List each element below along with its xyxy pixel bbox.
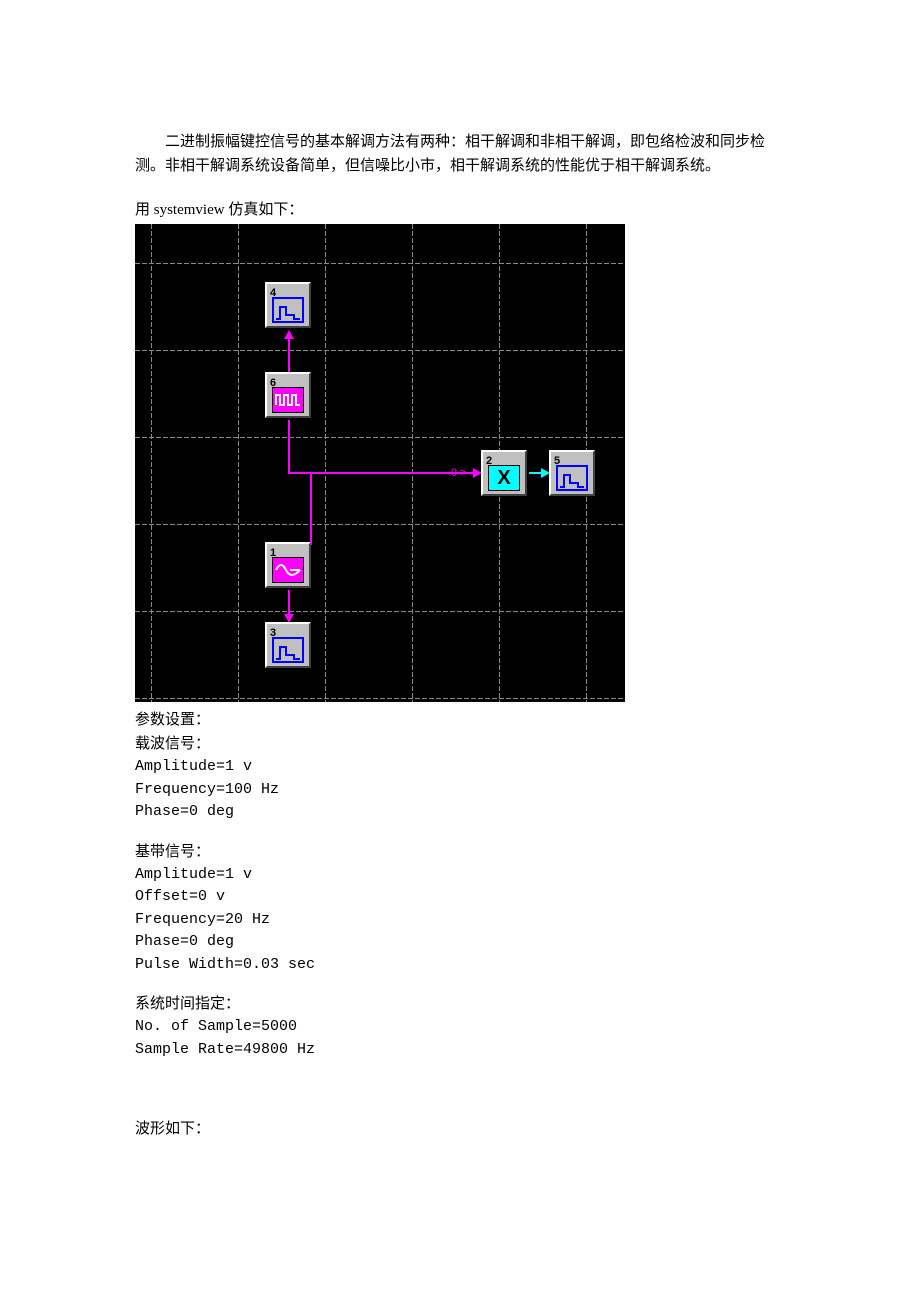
analysis-sink-icon: [272, 637, 304, 663]
carrier-title: 载波信号：: [135, 732, 785, 756]
baseband-amplitude: Amplitude=1 v: [135, 864, 785, 887]
token-6-pulse-source[interactable]: 6: [265, 372, 311, 418]
multiplier-icon: X: [488, 465, 520, 491]
sinusoid-icon: [272, 557, 304, 583]
timing-samples: No. of Sample=5000: [135, 1016, 785, 1039]
baseband-frequency: Frequency=20 Hz: [135, 909, 785, 932]
simulation-caption: 用 systemview 仿真如下：: [135, 198, 785, 222]
systemview-diagram: 0 > 4 6 2 X 5: [135, 224, 625, 702]
analysis-sink-icon: [556, 465, 588, 491]
intro-paragraph: 二进制振幅键控信号的基本解调方法有两种：相干解调和非相干解调，即包络检波和同步检…: [135, 130, 785, 178]
port-0-label: 0 >: [451, 465, 467, 483]
token-4-sink[interactable]: 4: [265, 282, 311, 328]
baseband-pulse-width: Pulse Width=0.03 sec: [135, 954, 785, 977]
analysis-sink-icon: [272, 297, 304, 323]
params-header: 参数设置：: [135, 708, 785, 732]
carrier-frequency: Frequency=100 Hz: [135, 779, 785, 802]
baseband-offset: Offset=0 v: [135, 886, 785, 909]
token-5-sink[interactable]: 5: [549, 450, 595, 496]
carrier-amplitude: Amplitude=1 v: [135, 756, 785, 779]
token-1-sine-source[interactable]: 1: [265, 542, 311, 588]
timing-title: 系统时间指定：: [135, 992, 785, 1016]
token-3-sink[interactable]: 3: [265, 622, 311, 668]
token-2-multiplier[interactable]: 2 X: [481, 450, 527, 496]
baseband-phase: Phase=0 deg: [135, 931, 785, 954]
timing-rate: Sample Rate=49800 Hz: [135, 1039, 785, 1062]
carrier-phase: Phase=0 deg: [135, 801, 785, 824]
baseband-title: 基带信号：: [135, 840, 785, 864]
pulse-train-icon: [272, 387, 304, 413]
waveform-caption: 波形如下：: [135, 1117, 785, 1141]
